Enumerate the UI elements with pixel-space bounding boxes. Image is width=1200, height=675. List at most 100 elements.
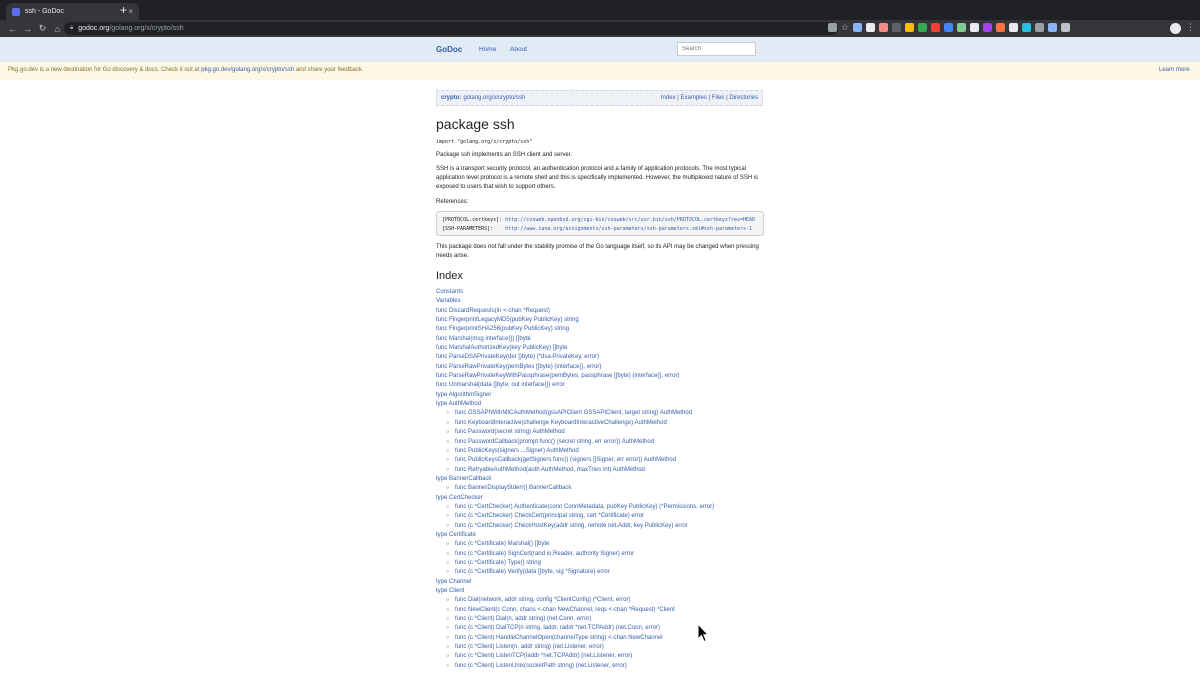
extension-icon[interactable] (983, 23, 993, 32)
index-item[interactable]: func PublicKeysCallback(getSigners func(… (436, 456, 776, 466)
references-label: References: (436, 199, 469, 205)
close-tab-icon[interactable]: × (128, 7, 133, 16)
index-item[interactable]: Constants (436, 288, 776, 297)
index-item[interactable]: func RetryableAuthMethod(auth AuthMethod… (436, 466, 776, 476)
index-link[interactable]: Index (661, 95, 676, 101)
separator: | (708, 95, 711, 101)
pkg-go-dev-banner: Pkg.go.dev is a new destination for Go d… (0, 62, 1200, 80)
package-description: SSH is a transport security protocol, an… (436, 166, 759, 190)
index-item[interactable]: func NewClient(c Conn, chans <-chan NewC… (436, 606, 776, 616)
ssh-parameters-link[interactable]: http://www.iana.org/assignments/ssh-para… (505, 226, 752, 232)
nav-home-link[interactable]: Home (479, 46, 496, 53)
brand-logo[interactable]: GoDoc (436, 45, 462, 54)
index-item[interactable]: func (c *Client) Dial(n, addr string) (n… (436, 615, 776, 625)
star-icon[interactable]: ☆ (841, 23, 849, 32)
nav-about-link[interactable]: About (510, 46, 527, 53)
index-item[interactable]: type BannerCallback (436, 475, 776, 484)
index-item[interactable]: func KeyboardInteractive(challenge Keybo… (436, 419, 776, 429)
ref-key: [PROTOCOL.certkeys]: (442, 217, 506, 223)
index-item[interactable]: func Password(secret string) AuthMethod (436, 428, 776, 438)
extension-icon[interactable] (892, 23, 902, 32)
index-item[interactable]: type Certificate (436, 531, 776, 540)
index-item[interactable]: func Dial(network, addr string, config *… (436, 596, 776, 606)
extension-icon[interactable] (931, 23, 941, 32)
forward-button[interactable]: → (20, 24, 35, 34)
index-item[interactable]: func Marshal(msg interface{}) []byte (436, 335, 776, 344)
extension-icon[interactable] (957, 23, 967, 32)
breadcrumb-path[interactable]: golang.org/x/crypto/ssh (463, 95, 525, 101)
new-tab-button[interactable]: + (120, 3, 127, 17)
home-button[interactable]: ⌂ (50, 24, 65, 34)
index-item[interactable]: func (c *CertChecker) Authenticate(conn … (436, 503, 776, 513)
reload-button[interactable]: ↻ (35, 23, 50, 34)
translate-icon[interactable] (828, 23, 837, 32)
extension-icon[interactable] (1009, 23, 1019, 32)
extension-icon[interactable] (996, 23, 1006, 32)
search-input[interactable] (677, 42, 756, 56)
index-item[interactable]: func MarshalAuthorizedKey(key PublicKey)… (436, 344, 776, 353)
learn-more-link[interactable]: Learn more (1159, 67, 1190, 73)
banner-text-before: Pkg.go.dev is a new destination for Go d… (8, 67, 202, 73)
index-item[interactable]: func BannerDisplayStderr() BannerCallbac… (436, 484, 776, 494)
index-item[interactable]: func (c *Client) DialTCP(n string, laddr… (436, 624, 776, 634)
index-heading: Index (436, 270, 463, 282)
extension-icon[interactable] (1022, 23, 1032, 32)
protocol-certkeys-link[interactable]: http://cvsweb.openbsd.org/cgi-bin/cvsweb… (505, 217, 755, 223)
index-item[interactable]: func (c *Client) ListenUnix(socketPath s… (436, 662, 776, 672)
extension-icon[interactable] (866, 23, 876, 32)
index-item[interactable]: type AuthMethod (436, 400, 776, 409)
index-item[interactable]: func (c *Client) Listen(n, addr string) … (436, 643, 776, 653)
tab-title: ssh - GoDoc (25, 8, 64, 15)
index-item[interactable]: func ParseDSAPrivateKey(der []byte) (*ds… (436, 353, 776, 362)
index-item[interactable]: type Channel (436, 578, 776, 587)
index-item[interactable]: func Unmarshal(data []byte, out interfac… (436, 381, 776, 390)
index-item[interactable]: func (c *Certificate) Marshal() []byte (436, 540, 776, 550)
index-item[interactable]: func GSSAPIWithMICAuthMethod(gssAPIClien… (436, 409, 776, 419)
stability-note: This package does not fall under the sta… (436, 244, 759, 259)
extension-icon[interactable] (1035, 23, 1045, 32)
extension-icon[interactable] (944, 23, 954, 32)
lock-icon[interactable]: 🔒︎ (70, 25, 73, 32)
index-item[interactable]: func DiscardRequests(in <-chan *Request) (436, 307, 776, 316)
index-item[interactable]: func (c *Client) HandleChannelOpen(chann… (436, 634, 776, 644)
back-button[interactable]: ← (5, 24, 20, 34)
index-item[interactable]: func (c *Certificate) SignCert(rand io.R… (436, 550, 776, 560)
examples-link[interactable]: Examples (680, 95, 706, 101)
extension-icon[interactable] (1048, 23, 1058, 32)
profile-avatar-icon[interactable] (1170, 23, 1181, 34)
extension-icon[interactable] (1061, 23, 1071, 32)
page-title: package ssh (436, 116, 515, 132)
index-item[interactable]: func (c *CertChecker) CheckHostKey(addr … (436, 522, 776, 532)
index-item[interactable]: func ParseRawPrivateKeyWithPassphrase(pe… (436, 372, 776, 381)
index-item[interactable]: type CertChecker (436, 494, 776, 503)
index-item[interactable]: type AlgorithmSigner (436, 391, 776, 400)
references-block: [PROTOCOL.certkeys]: http://cvsweb.openb… (436, 211, 764, 236)
extension-icon[interactable] (918, 23, 928, 32)
index-item[interactable]: func FingerprintLegacyMD5(pubKey PublicK… (436, 316, 776, 325)
index-list: Constants Variables func DiscardRequests(i… (436, 288, 776, 671)
site-header: GoDoc Home About (0, 37, 1200, 62)
directories-link[interactable]: Directories (729, 95, 758, 101)
extension-icon[interactable] (853, 23, 863, 32)
index-item[interactable]: func PublicKeys(signers ...Signer) AuthM… (436, 447, 776, 457)
extension-icon[interactable] (970, 23, 980, 32)
index-item[interactable]: func PasswordCallback(prompt func() (sec… (436, 438, 776, 448)
separator: | (726, 95, 728, 101)
banner-link[interactable]: pkg.go.dev/golang.org/x/crypto/ssh (201, 67, 294, 73)
index-item[interactable]: func (c *Certificate) Type() string (436, 559, 776, 569)
package-summary: Package ssh implements an SSH client and… (436, 152, 573, 158)
extension-icon[interactable] (905, 23, 915, 32)
address-bar[interactable]: 🔒︎ godoc.org/golang.org/x/crypto/ssh (64, 22, 838, 35)
index-item[interactable]: func (c *Client) ListenTCP(laddr *net.TC… (436, 652, 776, 662)
index-item[interactable]: func (c *CertChecker) CheckCert(principa… (436, 512, 776, 522)
files-link[interactable]: Files (712, 95, 725, 101)
breadcrumb-label[interactable]: crypto: (441, 95, 461, 101)
browser-toolbar: ← → ↻ ⌂ 🔒︎ godoc.org/golang.org/x/crypto… (0, 20, 1200, 37)
extension-icon[interactable] (879, 23, 889, 32)
index-item[interactable]: func ParseRawPrivateKey(pemBytes []byte)… (436, 363, 776, 372)
index-item[interactable]: Variables (436, 297, 776, 306)
index-item[interactable]: type Client (436, 587, 776, 596)
menu-icon[interactable]: ⋮ (1186, 22, 1195, 33)
index-item[interactable]: func FingerprintSHA256(pubKey PublicKey)… (436, 325, 776, 334)
index-item[interactable]: func (c *Certificate) Verify(data []byte… (436, 568, 776, 578)
